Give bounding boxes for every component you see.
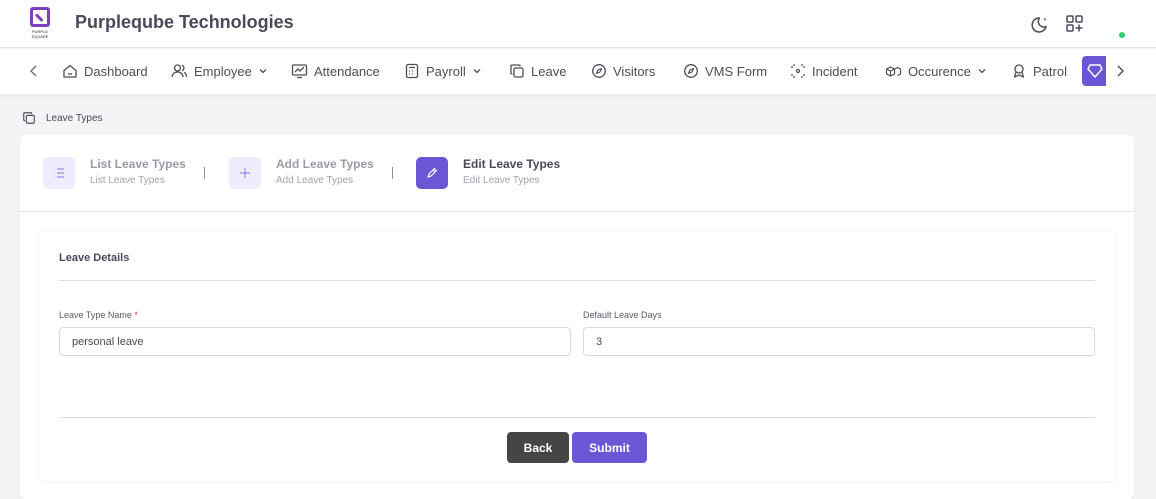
- main-nav: Dashboard Employee Attendance Payroll Le…: [0, 49, 1156, 94]
- chevron-down-icon: [473, 69, 481, 74]
- divider: [59, 417, 1095, 418]
- online-status-dot: [1119, 32, 1125, 38]
- monitor-chart-icon: [291, 64, 308, 79]
- default-leave-days-label: Default Leave Days: [583, 310, 662, 320]
- nav-item-label: Patrol: [1033, 63, 1067, 79]
- pencil-icon: [416, 157, 448, 189]
- calculator-icon: [405, 63, 419, 79]
- nav-item-label: Employee: [194, 63, 252, 79]
- leave-type-name-label-text: Leave Type Name: [59, 310, 132, 320]
- tag-icon: [1087, 64, 1103, 78]
- nav-scroll-right-icon[interactable]: [1112, 63, 1128, 79]
- leave-type-card: List Leave Types List Leave Types Add Le…: [20, 135, 1134, 499]
- submit-button[interactable]: Submit: [572, 432, 647, 463]
- step-subtitle: Edit Leave Types: [463, 175, 540, 186]
- nav-item-patrol[interactable]: Patrol: [1011, 61, 1067, 81]
- step-title: Add Leave Types: [276, 157, 374, 171]
- nav-item-label: Payroll: [426, 63, 466, 79]
- list-icon: [43, 157, 75, 189]
- top-bar: PURPLE SQUARE Purpleqube Technologies: [0, 0, 1156, 48]
- badge-icon: [1013, 64, 1025, 78]
- nav-item-visitors[interactable]: Visitors: [591, 61, 655, 81]
- logo-mark: [30, 7, 50, 27]
- step-edit-leave-types[interactable]: Edit Leave Types Edit Leave Types: [416, 157, 560, 189]
- nav-item-label: Leave: [531, 63, 567, 79]
- nav-item-employee[interactable]: Employee: [171, 61, 268, 81]
- required-mark: *: [134, 310, 138, 320]
- step-title: Edit Leave Types: [463, 157, 561, 171]
- step-list-leave-types[interactable]: List Leave Types List Leave Types: [43, 157, 186, 189]
- logo-text: PURPLE SQUARE: [31, 29, 49, 39]
- plus-icon: [229, 157, 261, 189]
- leave-type-name-label: Leave Type Name *: [59, 310, 138, 320]
- users-icon: [171, 64, 188, 78]
- nav-item-active[interactable]: [1082, 56, 1106, 86]
- focus-icon: [791, 64, 805, 78]
- nav-item-label: Occurence: [908, 63, 971, 79]
- copy-icon: [23, 112, 35, 124]
- moon-icon[interactable]: [1030, 13, 1052, 35]
- back-button[interactable]: Back: [507, 432, 569, 463]
- boxes-icon: [885, 66, 902, 77]
- grid-plus-icon[interactable]: [1064, 13, 1086, 35]
- nav-item-leave[interactable]: Leave: [509, 61, 566, 81]
- step-subtitle: List Leave Types: [90, 175, 165, 186]
- nav-item-label: Visitors: [613, 63, 656, 79]
- chevron-down-icon: [259, 69, 267, 74]
- divider: [59, 280, 1095, 281]
- brand-name: Purpleqube Technologies: [75, 12, 294, 32]
- copy-icon: [510, 64, 524, 78]
- compass-icon: [592, 64, 606, 78]
- home-icon: [63, 64, 77, 78]
- leave-type-name-input[interactable]: [59, 327, 571, 356]
- nav-item-payroll[interactable]: Payroll: [404, 61, 482, 81]
- step-title: List Leave Types: [90, 157, 186, 171]
- nav-item-label: Dashboard: [84, 63, 148, 79]
- leave-details-panel: Leave Details Leave Type Name * Default …: [39, 232, 1115, 481]
- nav-item-dashboard[interactable]: Dashboard: [62, 61, 148, 81]
- breadcrumb-label: Leave Types: [46, 112, 103, 124]
- step-add-leave-types[interactable]: Add Leave Types Add Leave Types: [229, 157, 374, 189]
- company-logo[interactable]: PURPLE SQUARE: [24, 7, 56, 39]
- step-separator: [204, 167, 205, 179]
- default-leave-days-input[interactable]: [583, 327, 1095, 356]
- nav-item-label: VMS Form: [705, 63, 768, 79]
- stepper: List Leave Types List Leave Types Add Le…: [20, 135, 1134, 212]
- chevron-down-icon: [978, 69, 986, 74]
- step-subtitle: Add Leave Types: [276, 175, 354, 186]
- step-separator: [392, 167, 393, 179]
- nav-item-incident[interactable]: Incident: [790, 61, 858, 81]
- nav-item-label: Attendance: [314, 63, 380, 79]
- section-title: Leave Details: [59, 252, 130, 264]
- nav-item-label: Incident: [812, 63, 858, 79]
- nav-item-occurence[interactable]: Occurence: [885, 61, 987, 81]
- nav-scroll-left-icon[interactable]: [26, 63, 42, 79]
- compass-icon: [684, 64, 698, 78]
- nav-item-attendance[interactable]: Attendance: [291, 61, 380, 81]
- nav-item-vms-form[interactable]: VMS Form: [683, 61, 767, 81]
- breadcrumb: Leave Types: [22, 111, 103, 125]
